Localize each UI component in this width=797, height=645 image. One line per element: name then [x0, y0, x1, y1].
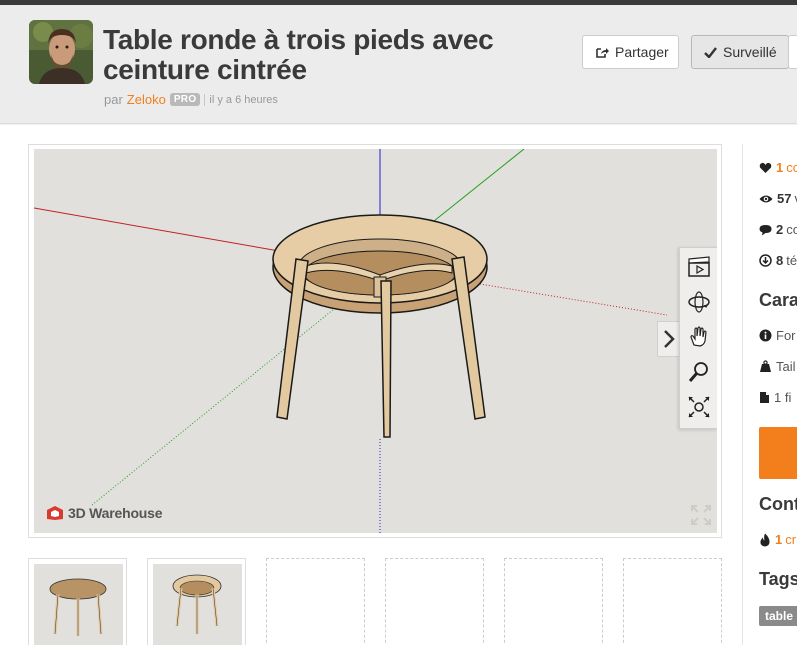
- contributors-heading: Cont: [759, 494, 797, 514]
- views-stat: 57 v: [759, 191, 797, 206]
- thumbnail-empty-3: [504, 558, 603, 645]
- orbit-tool[interactable]: [683, 286, 715, 318]
- comments-count: 2: [776, 222, 784, 237]
- check-icon: [704, 46, 717, 58]
- comments-stat[interactable]: 2 co: [759, 222, 797, 237]
- scenes-tool[interactable]: [683, 251, 715, 283]
- heart-icon: [759, 162, 772, 173]
- fullscreen-button[interactable]: [690, 504, 712, 531]
- downloads-stat: 8 té: [759, 253, 797, 268]
- details-sidebar: 1 co 57 v 2 co 8 té Cara For: [742, 144, 797, 645]
- byline-divider: [204, 93, 206, 106]
- characteristics-heading: Cara: [759, 290, 797, 310]
- download-icon: [759, 254, 772, 267]
- pan-tool[interactable]: [683, 321, 715, 353]
- views-count: 57: [777, 191, 792, 206]
- eye-icon: [759, 195, 773, 202]
- zoom-tool[interactable]: [683, 356, 715, 388]
- files-row: 1 fi: [759, 390, 791, 405]
- comment-icon: [759, 224, 772, 235]
- likes-stat[interactable]: 1 co: [759, 160, 797, 175]
- size-row: Tail: [759, 359, 796, 374]
- author-link[interactable]: Zeloko: [127, 92, 166, 107]
- pan-icon: [690, 326, 707, 347]
- flame-icon: [760, 533, 770, 546]
- share-icon: [596, 47, 609, 58]
- main-content: 3D Warehouse: [0, 125, 797, 645]
- brand-label: 3D Warehouse: [68, 505, 163, 521]
- downloads-count: 8: [776, 253, 784, 268]
- model-header: Table ronde à trois pieds avec ceinture …: [0, 5, 797, 124]
- viewer-frame: 3D Warehouse: [28, 144, 722, 538]
- viewer-toolbar: [679, 247, 717, 429]
- expand-panel-button[interactable]: [657, 321, 679, 357]
- warehouse-icon: [47, 506, 63, 520]
- thumbnail-empty-1: [266, 558, 365, 645]
- thumbnail-2[interactable]: [147, 558, 246, 645]
- likes-count: 1: [776, 160, 784, 175]
- weight-icon: [760, 360, 771, 372]
- model-scene[interactable]: [34, 149, 717, 533]
- 3d-warehouse-logo[interactable]: 3D Warehouse: [46, 505, 163, 521]
- contributor-count: 1: [775, 532, 783, 547]
- thumbnail-strip: [28, 558, 728, 645]
- size-text: Tail: [776, 359, 796, 374]
- format-row: For: [759, 328, 796, 343]
- model-title: Table ronde à trois pieds avec ceinture …: [103, 24, 494, 85]
- zoom-extents-icon: [688, 396, 710, 418]
- watch-button[interactable]: Surveillé: [691, 35, 789, 69]
- contributor-label: cr: [785, 532, 797, 547]
- file-icon: [760, 392, 769, 403]
- more-button[interactable]: [788, 35, 797, 69]
- zoom-icon: [688, 362, 708, 382]
- pro-badge: PRO: [169, 93, 201, 106]
- chevron-right-icon: [663, 330, 675, 348]
- files-text: 1 fi: [774, 390, 792, 405]
- scenes-icon: [688, 256, 710, 277]
- upload-timestamp: il y a 6 heures: [209, 93, 278, 106]
- byline: par Zeloko PRO il y a 6 heures: [104, 92, 278, 107]
- download-button[interactable]: [759, 427, 797, 479]
- thumbnail-empty-2: [385, 558, 484, 645]
- downloads-label: té: [786, 253, 797, 268]
- by-prefix: par: [104, 92, 123, 107]
- 3d-viewer[interactable]: 3D Warehouse: [34, 149, 717, 533]
- thumbnail-empty-4: [623, 558, 722, 645]
- comments-label: co: [786, 222, 797, 237]
- watch-label: Surveillé: [723, 44, 777, 60]
- fullscreen-icon: [691, 505, 711, 525]
- tag-table[interactable]: table: [759, 606, 797, 626]
- author-avatar[interactable]: [29, 20, 93, 84]
- format-text: For: [776, 328, 796, 343]
- share-button[interactable]: Partager: [582, 35, 679, 69]
- share-label: Partager: [615, 44, 669, 60]
- contributor-row[interactable]: 1 cr: [759, 532, 796, 547]
- info-icon: [759, 329, 772, 342]
- thumbnail-1[interactable]: [28, 558, 127, 645]
- likes-label: co: [786, 160, 797, 175]
- orbit-icon: [688, 291, 710, 313]
- tags-heading: Tags: [759, 569, 797, 589]
- zoom-extents-tool[interactable]: [683, 391, 715, 423]
